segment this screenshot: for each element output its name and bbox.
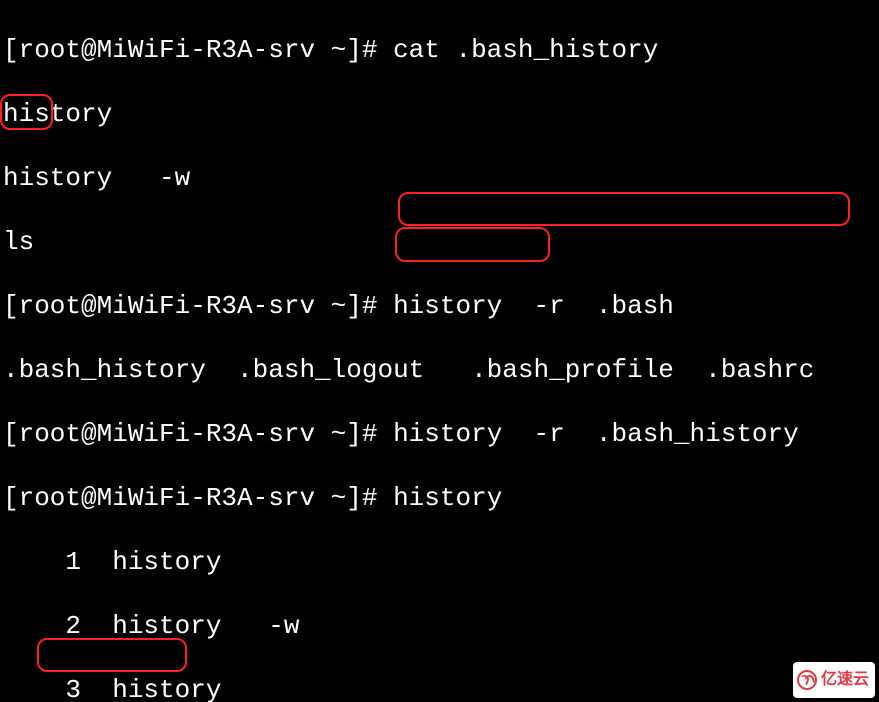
output-line: ls (3, 226, 876, 258)
prompt: [root@MiWiFi-R3A-srv ~]# (3, 419, 393, 449)
prompt: [root@MiWiFi-R3A-srv ~]# (3, 483, 393, 513)
output-line: history (3, 98, 876, 130)
history-entry: 2 history -w (3, 610, 876, 642)
command-text: history -r .bash_history (393, 419, 799, 449)
history-entry: 3 history (3, 674, 876, 702)
output-line: [root@MiWiFi-R3A-srv ~]# history (3, 482, 876, 514)
output-line: history -w (3, 162, 876, 194)
command-text: history (393, 483, 502, 513)
terminal-output[interactable]: [root@MiWiFi-R3A-srv ~]# cat .bash_histo… (0, 0, 879, 702)
output-line: [root@MiWiFi-R3A-srv ~]# cat .bash_histo… (3, 34, 876, 66)
watermark: 亿速云 (793, 662, 875, 698)
watermark-text: 亿速云 (821, 664, 869, 696)
output-line: [root@MiWiFi-R3A-srv ~]# history -r .bas… (3, 290, 876, 322)
output-line: .bash_history .bash_logout .bash_profile… (3, 354, 876, 386)
history-entry: 1 history (3, 546, 876, 578)
brand-icon (797, 670, 817, 690)
output-line: [root@MiWiFi-R3A-srv ~]# history -r .bas… (3, 418, 876, 450)
